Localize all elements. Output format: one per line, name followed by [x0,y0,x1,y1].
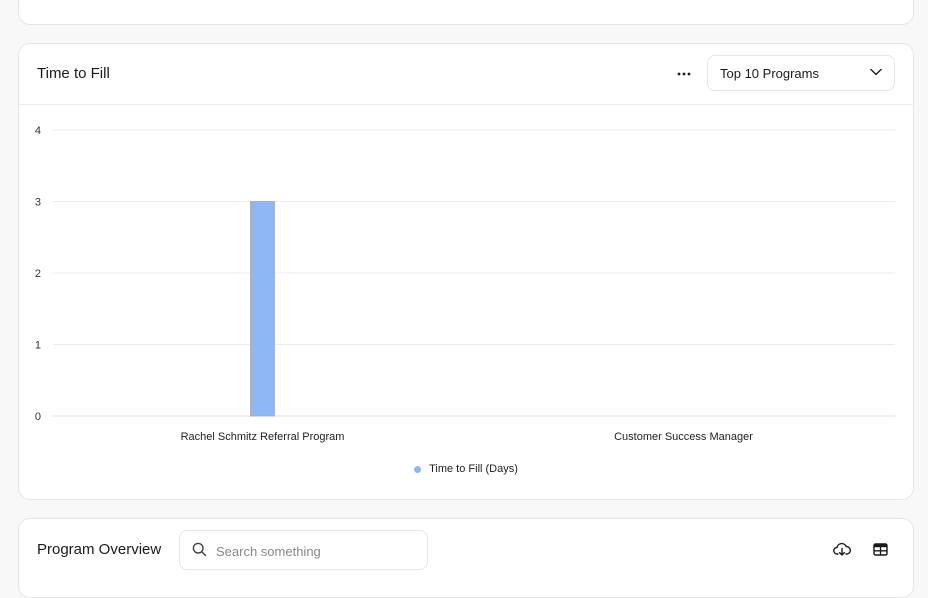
card-header: Time to Fill Top 10 Programs [19,44,913,105]
chevron-down-icon [870,68,882,76]
top-card [18,0,914,25]
search-box [179,530,428,570]
more-options-button[interactable] [669,60,699,88]
x-category-label: Customer Success Manager [614,431,753,443]
table-view-button[interactable] [870,540,890,558]
y-tick-label: 3 [35,197,41,209]
x-category-label: Rachel Schmitz Referral Program [181,431,345,443]
cloud-download-icon [833,542,851,556]
card-title: Time to Fill [37,65,110,82]
download-button[interactable] [832,540,852,558]
more-horizontal-icon [677,72,691,76]
legend-label: Time to Fill (Days) [429,463,518,475]
y-tick-label: 2 [35,268,41,280]
search-icon [192,542,207,557]
y-tick-label: 1 [35,340,41,352]
legend-marker [414,465,422,473]
bar[interactable] [250,201,275,417]
dropdown-value: Top 10 Programs [720,66,819,81]
programs-dropdown[interactable]: Top 10 Programs [707,55,895,91]
time-to-fill-chart: 0 1 2 3 4 Rachel Schmitz Referral Program Cust… [35,125,895,443]
chart-legend: Time to Fill (Days) [19,463,913,475]
program-overview-title: Program Overview [37,541,162,558]
time-to-fill-card: Time to Fill Top 10 Programs 0 1 2 3 4 Rachel… [18,43,914,500]
search-input[interactable] [214,539,418,563]
program-overview-card: Program Overview [18,518,914,598]
y-tick-label: 0 [35,411,41,423]
y-tick-label: 4 [35,125,41,137]
table-icon [872,542,888,556]
